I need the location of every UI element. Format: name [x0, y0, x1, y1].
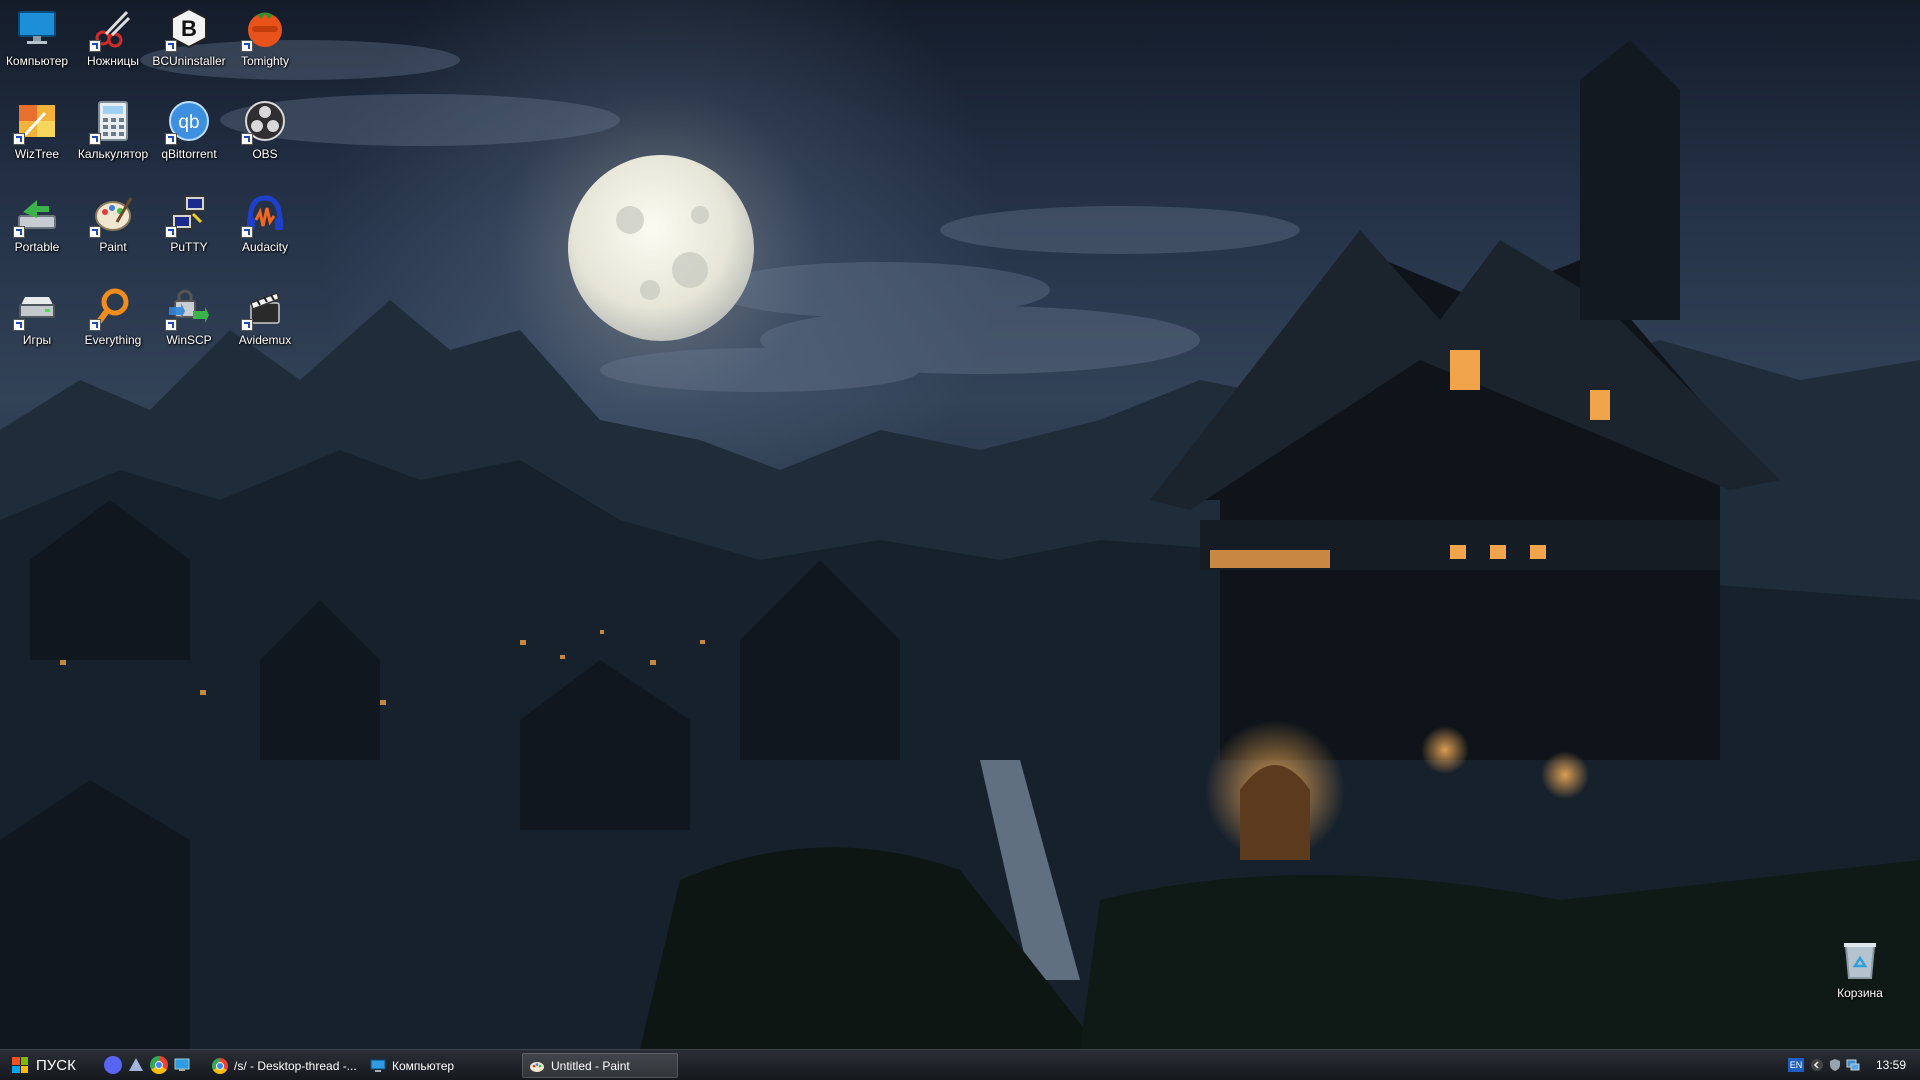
shortcut-arrow-icon	[241, 40, 253, 52]
system-tray: EN 13:59	[1787, 1050, 1920, 1080]
desktop-icon-calculator[interactable]: Калькулятор	[75, 93, 151, 183]
shortcut-arrow-icon	[241, 226, 253, 238]
start-label: ПУСК	[36, 1056, 76, 1074]
chrome-icon[interactable]	[150, 1056, 168, 1074]
shortcut-arrow-icon	[89, 133, 101, 145]
windows-logo-icon	[12, 1057, 28, 1073]
clock[interactable]: 13:59	[1876, 1058, 1906, 1072]
paint-palette-icon	[530, 1061, 544, 1072]
chrome-icon	[212, 1057, 228, 1074]
desktop-icon-obs[interactable]: OBS	[227, 93, 303, 183]
desktop-icon-winscp[interactable]: WinSCP	[151, 279, 227, 369]
discord-icon[interactable]	[104, 1056, 122, 1074]
shortcut-arrow-icon	[241, 133, 253, 145]
desktop-icon-computer[interactable]: Компьютер	[0, 0, 75, 90]
quick-launch	[104, 1056, 191, 1074]
svg-text:qb: qb	[178, 112, 199, 133]
shortcut-arrow-icon	[241, 319, 253, 331]
desktop-icon-snipping[interactable]: Ножницы	[75, 0, 151, 90]
network-icon[interactable]	[1846, 1058, 1860, 1072]
desktop-icon-games[interactable]: Игры	[0, 279, 75, 369]
shortcut-arrow-icon	[13, 319, 25, 331]
shield-icon[interactable]	[1828, 1058, 1842, 1072]
shortcut-arrow-icon	[89, 226, 101, 238]
taskbar: ПУСК /s/ - Desktop-thread -... Компьютер…	[0, 1049, 1920, 1080]
shortcut-arrow-icon	[165, 226, 177, 238]
start-button[interactable]: ПУСК	[2, 1052, 80, 1078]
desktop-icon-bcuninstaller[interactable]: B BCUninstaller	[151, 0, 227, 90]
desktop-icon-recycle-bin[interactable]: Корзина	[1822, 932, 1898, 1022]
taskbar-task-chrome[interactable]: /s/ - Desktop-thread -...	[206, 1053, 362, 1078]
shortcut-arrow-icon	[89, 40, 101, 52]
desktop-icon-wiztree[interactable]: WizTree	[0, 93, 75, 183]
chevron-left-icon[interactable]	[1810, 1058, 1824, 1072]
desktop-icon-audacity[interactable]: Audacity	[227, 186, 303, 276]
desktop-icon-everything[interactable]: Everything	[75, 279, 151, 369]
desktop-icon[interactable]	[173, 1056, 191, 1074]
shortcut-arrow-icon	[165, 40, 177, 52]
language-indicator[interactable]: EN	[1787, 1058, 1804, 1072]
monitor-icon	[18, 11, 56, 44]
desktop-icon-tomighty[interactable]: Tomighty	[227, 0, 303, 90]
desktop-icon-putty[interactable]: PuTTY	[151, 186, 227, 276]
taskbar-task-title: Компьютер	[392, 1058, 455, 1073]
desktop-icon-paint[interactable]: Paint	[75, 186, 151, 276]
moon	[568, 155, 754, 341]
shortcut-arrow-icon	[165, 133, 177, 145]
recycle-bin-icon	[1844, 943, 1876, 979]
monitor-icon	[370, 1059, 386, 1072]
shortcut-arrow-icon	[13, 226, 25, 238]
desktop-icon-qbittorrent[interactable]: qb qBittorrent	[151, 93, 227, 183]
shortcut-arrow-icon	[13, 133, 25, 145]
taskbar-task-title: Untitled - Paint	[551, 1058, 630, 1073]
taskbar-task-computer[interactable]: Компьютер	[364, 1053, 520, 1078]
launcher-icon[interactable]	[127, 1056, 145, 1074]
shortcut-arrow-icon	[165, 319, 177, 331]
taskbar-task-paint[interactable]: Untitled - Paint	[522, 1053, 678, 1078]
desktop: Компьютер Ножницы B BCUninstaller Tomigh…	[0, 0, 1920, 1049]
svg-text:B: B	[181, 16, 197, 41]
taskbar-task-title: /s/ - Desktop-thread -...	[234, 1058, 357, 1073]
shortcut-arrow-icon	[89, 319, 101, 331]
desktop-icon-avidemux[interactable]: Avidemux	[227, 279, 303, 369]
desktop-icon-portable[interactable]: Portable	[0, 186, 75, 276]
